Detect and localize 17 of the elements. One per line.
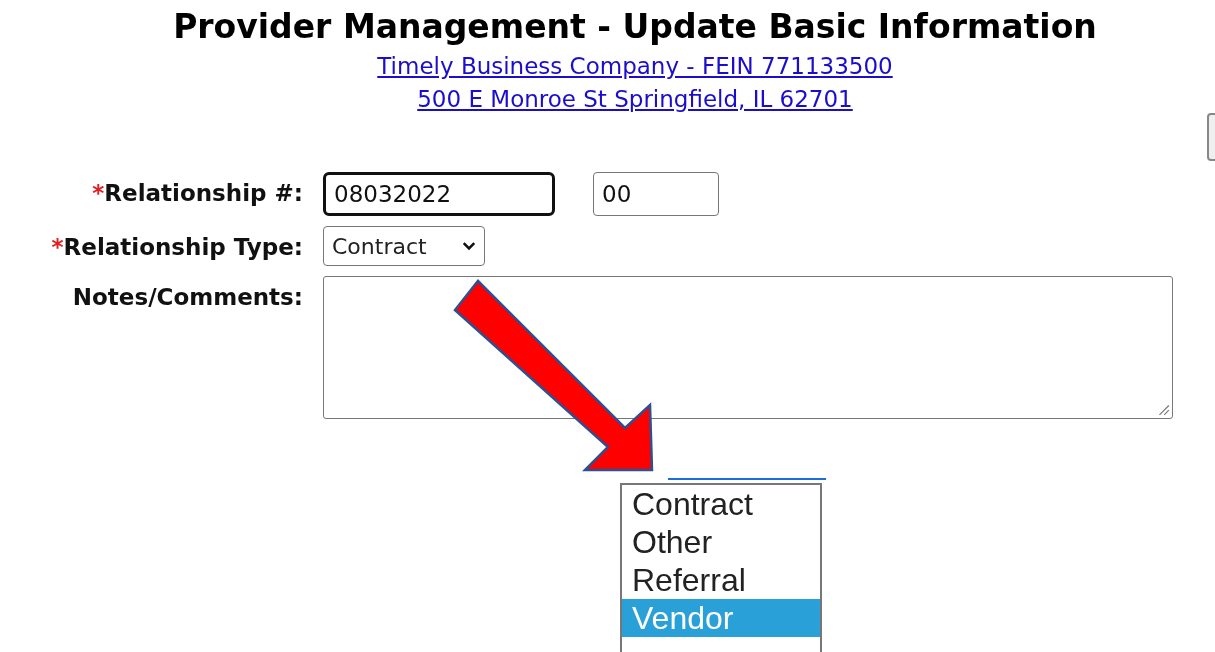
header-link[interactable]: Timely Business Company - FEIN 771133500 (377, 50, 893, 83)
header-link[interactable]: 500 E Monroe St Springfield, IL 62701 (417, 83, 853, 116)
notes-textarea[interactable] (323, 276, 1173, 419)
dropdown-option[interactable]: Contract (622, 485, 820, 523)
relationship-number-field[interactable]: 08032022 (323, 172, 555, 216)
dropdown-option[interactable]: Other (622, 523, 820, 561)
dropdown-option[interactable]: Referral (622, 561, 820, 599)
field-label: *Relationship #: (91, 179, 303, 208)
field-label: Notes/Comments: (71, 283, 303, 312)
field-label: *Relationship Type: (50, 233, 303, 262)
type-select[interactable]: Contract (323, 226, 485, 266)
required-asterisk: * (51, 234, 64, 260)
suffix-field[interactable]: 00 (593, 172, 719, 216)
chevron-down-icon (462, 241, 476, 251)
page-title: Provider Management - Update Basic Information (172, 6, 1098, 48)
resize-grip-icon (1156, 402, 1170, 416)
required-asterisk: * (92, 180, 105, 206)
